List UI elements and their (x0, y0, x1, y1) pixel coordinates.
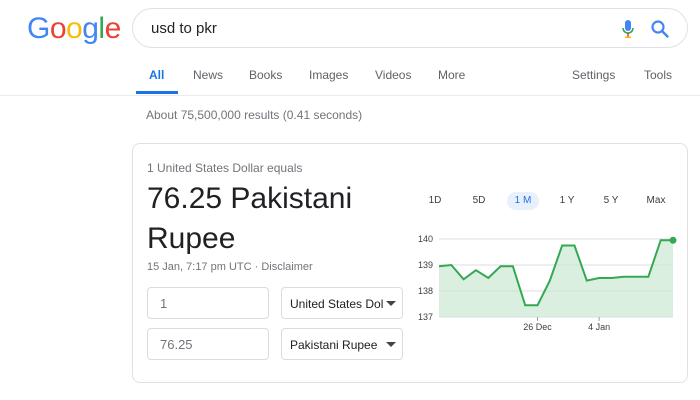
google-logo[interactable]: Google (27, 12, 121, 46)
from-currency-select[interactable]: United States Dollar (281, 287, 403, 319)
range-1y[interactable]: 1 Y (554, 192, 580, 210)
to-currency-label: Pakistani Rupee (290, 338, 378, 352)
logo-letter: g (82, 12, 99, 45)
y-tick-label: 140 (418, 234, 433, 244)
from-currency-label: United States Dollar (290, 297, 397, 311)
logo-letter: o (49, 12, 67, 45)
tab-images[interactable]: Images (309, 68, 348, 82)
currency-converter-card: 1 United States Dollar equals 76.25 Paki… (132, 143, 688, 383)
area-fill (439, 240, 673, 317)
settings-link[interactable]: Settings (572, 68, 615, 82)
y-tick-label: 139 (418, 260, 433, 270)
conversion-label: 1 United States Dollar equals (147, 161, 303, 175)
y-tick-label: 138 (418, 286, 433, 296)
tab-videos[interactable]: Videos (375, 68, 411, 82)
search-input[interactable]: usd to pkr (151, 20, 217, 37)
to-currency-select[interactable]: Pakistani Rupee (281, 328, 403, 360)
microphone-icon[interactable] (621, 19, 635, 39)
to-amount-input[interactable] (147, 328, 269, 360)
range-1m[interactable]: 1 M (507, 192, 539, 210)
active-tab-indicator (136, 91, 178, 94)
nav-divider (0, 95, 700, 96)
dropdown-arrow-icon (386, 342, 396, 347)
latest-point (669, 236, 677, 244)
tab-more[interactable]: More (438, 68, 465, 82)
logo-letter: e (104, 12, 122, 45)
range-1d[interactable]: 1D (423, 192, 447, 210)
tools-link[interactable]: Tools (644, 68, 672, 82)
logo-letter: o (66, 12, 83, 45)
logo-letter: G (27, 12, 50, 45)
timestamp-disclaimer[interactable]: 15 Jan, 7:17 pm UTC · Disclaimer (147, 261, 313, 273)
result-stats: About 75,500,000 results (0.41 seconds) (146, 108, 363, 122)
from-amount-input[interactable] (147, 287, 269, 319)
x-tick-label: 4 Jan (588, 322, 610, 332)
range-5d[interactable]: 5D (467, 192, 491, 210)
range-5y[interactable]: 5 Y (598, 192, 624, 210)
search-box[interactable]: usd to pkr (132, 8, 688, 48)
x-tick-label: 26 Dec (523, 322, 552, 332)
range-max[interactable]: Max (640, 192, 672, 210)
tab-books[interactable]: Books (249, 68, 282, 82)
y-tick-label: 137 (418, 312, 433, 322)
search-icon[interactable] (650, 19, 670, 39)
dropdown-arrow-icon (386, 301, 396, 306)
exchange-rate-chart[interactable]: 137 138 139 140 26 Dec 4 Jan (401, 229, 683, 339)
tab-news[interactable]: News (193, 68, 223, 82)
tab-all[interactable]: All (149, 68, 164, 82)
conversion-result: 76.25 Pakistani Rupee (147, 182, 353, 255)
